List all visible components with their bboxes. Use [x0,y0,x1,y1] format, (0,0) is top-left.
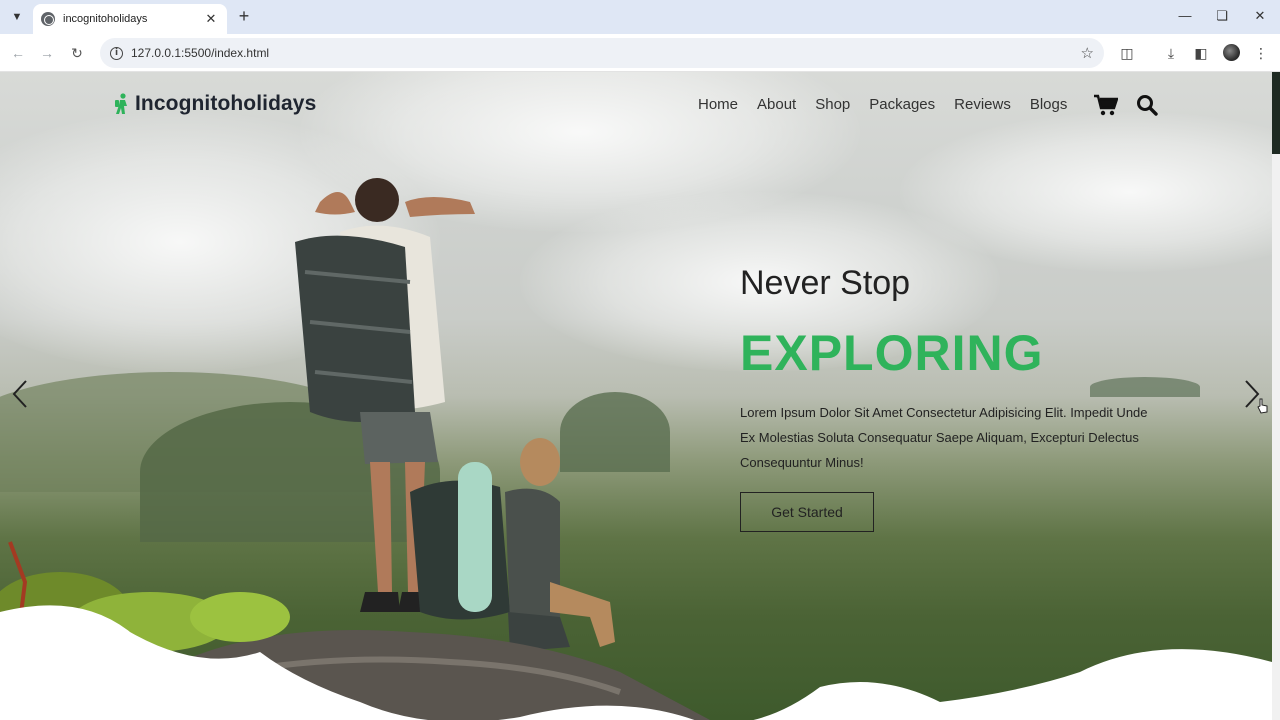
nav-reviews[interactable]: Reviews [954,96,1011,113]
hero-kicker: Never Stop [740,264,911,302]
scrollbar-thumb[interactable] [1272,72,1280,154]
mist-overlay [0,605,1272,720]
island-ridge [1090,377,1200,397]
brand-logo[interactable]: Incognitoholidays [113,92,316,116]
chevron-left-icon[interactable] [8,378,32,410]
hiker-logo-icon [115,93,127,114]
globe-icon [41,12,55,26]
minimize-icon[interactable]: — [1174,6,1196,26]
nav-home[interactable]: Home [698,96,738,113]
tab-title: incognitoholidays [63,13,148,25]
hero-description: Lorem Ipsum Dolor Sit Amet Consectetur A… [740,405,1148,470]
forward-icon[interactable]: → [37,43,57,63]
nav-shop[interactable]: Shop [815,96,850,113]
main-nav: Home About Shop Packages Reviews Blogs [698,96,1086,113]
hero-title: EXPLORING [740,325,1044,381]
hand-cursor-icon [1257,398,1268,414]
download-icon[interactable]: ⤓ [1161,43,1181,63]
nav-packages[interactable]: Packages [869,96,935,113]
url-text[interactable]: 127.0.0.1:5500/index.html [131,46,1081,60]
hero-section: Incognitoholidays Home About Shop Packag… [0,72,1272,720]
profile-avatar[interactable] [1223,44,1240,61]
menu-kebab-icon[interactable]: ⋮ [1251,43,1271,63]
close-tab-icon[interactable]: ✕ [203,11,219,27]
restore-icon[interactable]: ❏ [1211,6,1233,26]
address-bar[interactable]: i 127.0.0.1:5500/index.html ☆ [100,38,1104,68]
close-window-icon[interactable]: ✕ [1249,6,1271,26]
nav-about[interactable]: About [757,96,796,113]
back-icon[interactable]: ← [8,43,28,63]
cart-icon[interactable] [1094,94,1118,116]
get-started-button[interactable]: Get Started [740,492,874,532]
bookmark-star-icon[interactable]: ☆ [1081,44,1094,62]
page-viewport: Incognitoholidays Home About Shop Packag… [0,72,1280,720]
search-icon[interactable] [1136,94,1158,116]
site-info-icon[interactable]: i [110,46,123,60]
nav-blogs[interactable]: Blogs [1030,96,1068,113]
browser-tab[interactable]: incognitoholidays ✕ [33,4,227,34]
page-scrollbar[interactable] [1272,72,1280,720]
browser-tabstrip: ▼ incognitoholidays ✕ + — ❏ ✕ [0,0,1280,34]
extensions-icon[interactable]: ◫ [1117,43,1137,63]
reload-icon[interactable]: ↻ [67,43,87,63]
new-tab-icon[interactable]: + [234,7,254,27]
browser-toolbar: ← → ↻ i 127.0.0.1:5500/index.html ☆ ◫ ⤓ … [0,34,1280,72]
tab-search-chevron-icon[interactable]: ▼ [6,7,28,27]
side-panel-icon[interactable]: ◧ [1191,43,1211,63]
brand-name: Incognitoholidays [135,92,317,115]
